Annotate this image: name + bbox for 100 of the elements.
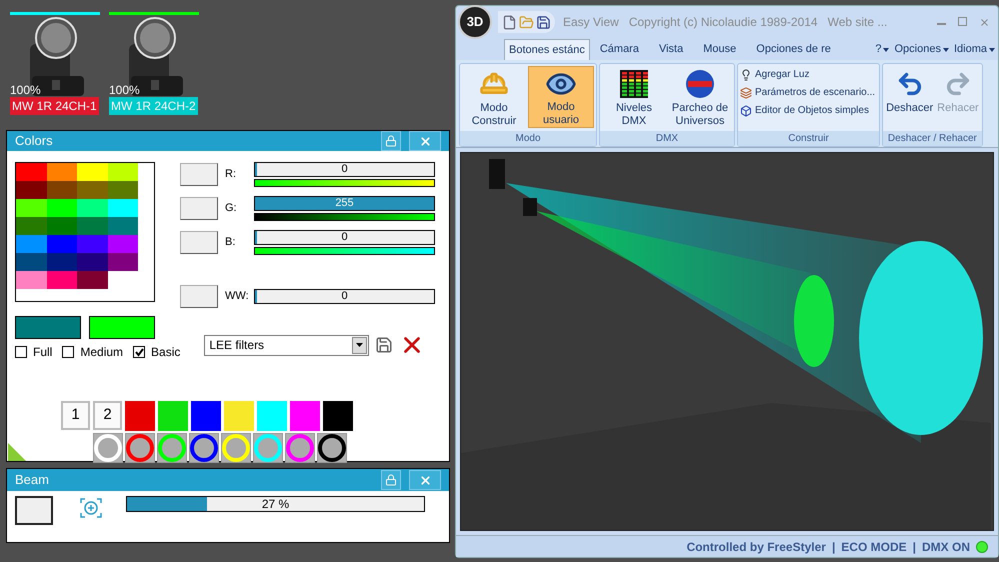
color-swatch[interactable] (158, 401, 188, 431)
palette-checkbox[interactable] (15, 346, 27, 358)
palette-swatch[interactable] (16, 217, 46, 235)
panel-title: Colors (15, 132, 54, 150)
menu-button[interactable]: Idioma (954, 41, 995, 58)
ribbon-button[interactable]: Deshacer (885, 66, 934, 128)
copyright-text: Copyright (c) Nicolaudie 1989-2014 (628, 14, 818, 31)
new-file-icon[interactable] (502, 14, 517, 30)
menu-button[interactable]: Opciones (894, 41, 949, 58)
ribbon-group-label: Construir (738, 131, 880, 146)
check-icon (134, 348, 144, 356)
palette-swatch[interactable] (46, 271, 77, 289)
menu-button[interactable]: ? (875, 41, 890, 58)
color-swatch[interactable] (257, 401, 287, 431)
close-icon[interactable] (979, 16, 990, 28)
palette-checkbox[interactable] (133, 346, 146, 358)
ribbon-tab[interactable]: Botones estánc (504, 39, 590, 60)
channel-button[interactable] (180, 163, 218, 186)
cube-icon (740, 104, 752, 116)
ribbon-button[interactable]: Parcheo de Universos (668, 66, 732, 128)
palette-swatch[interactable] (16, 199, 46, 217)
maximize-icon[interactable] (958, 16, 967, 26)
status-text: Controlled by FreeStyler (686, 538, 826, 556)
palette-swatch[interactable] (16, 181, 46, 199)
panel-title: Beam (15, 471, 50, 490)
palette-swatch[interactable] (46, 163, 77, 181)
palette-swatch[interactable] (46, 199, 77, 217)
color-swatch[interactable] (125, 401, 155, 431)
lock-button[interactable] (381, 470, 401, 490)
palette-swatch[interactable] (108, 163, 138, 181)
palette-swatch[interactable] (77, 235, 108, 253)
website-text: Web site ... (828, 14, 888, 31)
ribbon-group-label: Modo (460, 131, 596, 146)
palette-swatch[interactable] (46, 181, 77, 199)
fixture-name-tag[interactable]: MW 1R 24CH-1 (10, 97, 99, 115)
ribbon-tab[interactable]: Cámara (590, 39, 649, 60)
palette-swatch[interactable] (77, 181, 108, 199)
ribbon-button[interactable]: Modo Construir (462, 66, 526, 128)
ribbon-list-item[interactable]: Editor de Objetos simples (740, 103, 876, 118)
caret-icon (942, 48, 949, 52)
preset-button[interactable]: 2 (93, 401, 122, 430)
light-icon (740, 68, 752, 80)
palette-swatch[interactable] (108, 253, 138, 271)
palette-swatch[interactable] (108, 235, 138, 253)
close-icon (418, 474, 432, 486)
caret-icon (356, 343, 364, 347)
color-swatch[interactable] (290, 401, 320, 431)
close-button[interactable] (409, 131, 441, 151)
close-button[interactable] (409, 470, 441, 490)
channel-value-bar[interactable]: 0 (254, 162, 435, 177)
color-swatch[interactable] (323, 401, 353, 431)
channel-value-bar[interactable]: 0 (254, 230, 435, 245)
filter-dropdown[interactable]: LEE filters (204, 334, 370, 356)
status-text: DMX ON (922, 538, 970, 556)
channel-button[interactable] (180, 231, 218, 254)
channel-button[interactable] (180, 197, 218, 220)
status-led-icon (976, 540, 988, 552)
color-swatch[interactable] (224, 401, 254, 431)
channel-value-bar[interactable]: 255 (254, 196, 435, 211)
palette-checkbox[interactable] (62, 346, 74, 358)
palette-swatch[interactable] (46, 235, 77, 253)
palette-swatch[interactable] (108, 217, 138, 235)
palette-swatch[interactable] (16, 271, 46, 289)
palette-swatch[interactable] (16, 235, 46, 253)
channel-button[interactable] (180, 285, 218, 308)
channel-label: R: (225, 167, 237, 182)
lock-icon (385, 474, 397, 486)
ribbon-list-item[interactable]: Parámetros de escenario... (740, 85, 876, 100)
lock-icon (385, 135, 397, 147)
palette-swatch[interactable] (77, 199, 108, 217)
color-swatch[interactable] (191, 401, 221, 431)
channel-value-bar[interactable]: 0 (254, 289, 435, 304)
ribbon-button[interactable]: Modo usuario (528, 66, 594, 128)
palette-swatch[interactable] (77, 163, 108, 181)
save-icon[interactable] (375, 336, 394, 354)
zoom-target-icon[interactable] (80, 498, 102, 518)
caret-icon (883, 48, 890, 52)
ribbon-tab[interactable]: Vista (648, 39, 694, 60)
palette-swatch[interactable] (108, 181, 138, 199)
checkbox-label: Full (33, 344, 52, 361)
palette-swatch[interactable] (77, 217, 108, 235)
beam-button[interactable] (15, 496, 53, 525)
palette-swatch[interactable] (77, 253, 108, 271)
preset-button[interactable]: 1 (61, 401, 90, 430)
palette-swatch[interactable] (108, 199, 138, 217)
palette-swatch[interactable] (46, 217, 77, 235)
save-icon[interactable] (536, 14, 551, 30)
palette-swatch[interactable] (77, 271, 108, 289)
palette-swatch[interactable] (16, 253, 46, 271)
ribbon-list-item[interactable]: Agregar Luz (740, 67, 876, 82)
lock-button[interactable] (381, 131, 401, 151)
app-logo[interactable]: 3D (458, 5, 492, 39)
ribbon-button[interactable]: Niveles DMX (602, 66, 666, 128)
close-icon (418, 134, 432, 148)
palette-swatch[interactable] (46, 253, 77, 271)
beam-level-bar[interactable]: 27 % (126, 496, 425, 512)
channel-label: WW: (225, 289, 250, 304)
ribbon-tab[interactable]: Mouse (693, 39, 746, 60)
ribbon-tab[interactable]: Opciones de re (746, 39, 841, 60)
palette-swatch[interactable] (16, 163, 46, 181)
